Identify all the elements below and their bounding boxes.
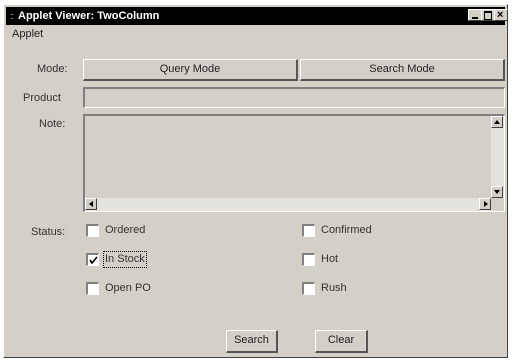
clear-button[interactable]: Clear (315, 330, 368, 353)
checkbox-open-po[interactable]: Open PO (86, 281, 206, 297)
checkbox-label: Ordered (105, 224, 146, 236)
product-field[interactable] (83, 87, 505, 108)
checkmark-icon (89, 256, 98, 265)
checkbox-in-stock[interactable]: In Stock (86, 251, 206, 268)
note-label: Note: (39, 118, 66, 130)
checkbox-box[interactable] (302, 224, 315, 237)
note-vertical-scrollbar[interactable] (491, 116, 504, 198)
checkbox-box[interactable] (86, 253, 99, 266)
arrow-right-icon (484, 201, 488, 207)
scroll-up-button[interactable] (491, 116, 503, 128)
mode-label: Mode: (37, 63, 68, 75)
checkbox-box[interactable] (302, 282, 315, 295)
checkbox-label: In Stock (103, 251, 147, 268)
note-horizontal-scrollbar[interactable] (85, 198, 491, 211)
menu-applet[interactable]: Applet (12, 28, 43, 41)
checkbox-label: Open PO (105, 282, 151, 294)
maximize-button[interactable] (481, 9, 495, 21)
search-button[interactable]: Search (226, 330, 278, 353)
arrow-down-icon (494, 190, 500, 194)
query-mode-button[interactable]: Query Mode (83, 59, 298, 81)
checkbox-rush[interactable]: Rush (302, 281, 422, 297)
checkbox-box[interactable] (86, 224, 99, 237)
status-label: Status: (31, 226, 66, 238)
close-button[interactable]: × (494, 9, 508, 21)
arrow-left-icon (89, 201, 93, 207)
checkbox-confirmed[interactable]: Confirmed (302, 223, 422, 239)
note-textarea[interactable] (83, 114, 505, 212)
scroll-right-button[interactable] (479, 198, 491, 210)
minimize-button[interactable] (468, 9, 482, 21)
checkbox-label: Confirmed (321, 224, 372, 236)
checkbox-label: Rush (321, 282, 347, 294)
scroll-down-button[interactable] (491, 186, 503, 198)
checkbox-ordered[interactable]: Ordered (86, 223, 206, 239)
close-icon: × (497, 9, 504, 21)
checkbox-label: Hot (321, 253, 339, 265)
menu-bar: Applet (6, 26, 505, 42)
checkbox-box[interactable] (302, 253, 315, 266)
arrow-up-icon (494, 120, 500, 124)
title-bar[interactable]: :: Applet Viewer: TwoColumn × (6, 7, 508, 25)
scrollbar-corner (491, 198, 504, 211)
checkbox-hot[interactable]: Hot (302, 252, 422, 268)
search-mode-button[interactable]: Search Mode (300, 59, 505, 81)
applet-window: :: Applet Viewer: TwoColumn × Applet Mod… (3, 4, 508, 358)
window-title: Applet Viewer: TwoColumn (18, 10, 160, 22)
scroll-left-button[interactable] (85, 198, 97, 210)
product-label: Product (23, 92, 61, 104)
checkbox-box[interactable] (86, 282, 99, 295)
